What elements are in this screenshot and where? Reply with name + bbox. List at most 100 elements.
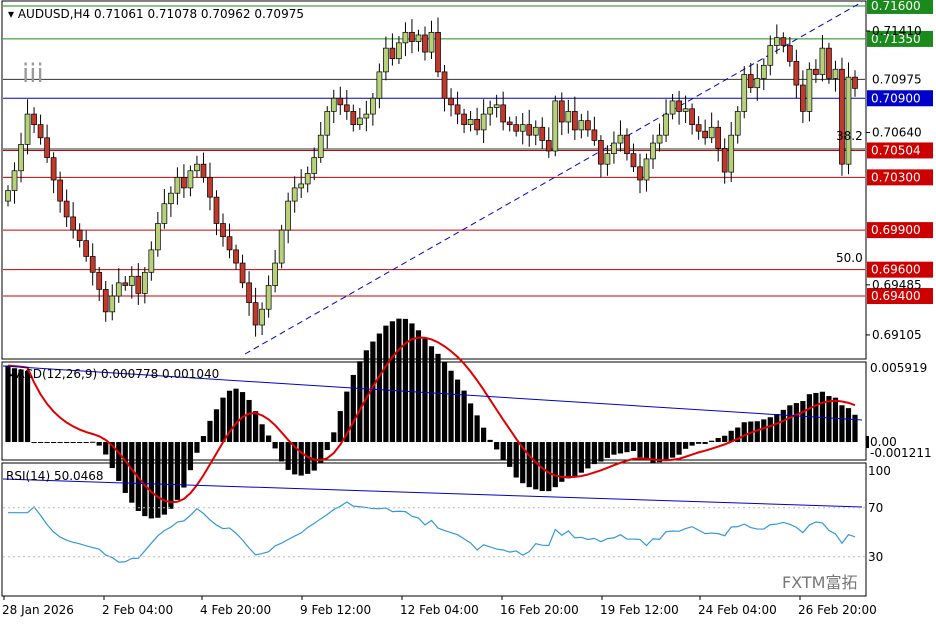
macd-bar	[415, 330, 422, 443]
price-tick-label: 0.69485	[872, 278, 922, 292]
bear-candle	[50, 157, 57, 181]
time-tick-label: 19 Feb 12:00	[600, 603, 679, 617]
bull-candle	[767, 45, 774, 66]
macd-bar	[487, 439, 493, 443]
bear-candle	[122, 282, 129, 286]
macd-bar	[331, 432, 337, 443]
macd-bar	[77, 442, 83, 444]
bull-candle	[194, 163, 200, 172]
bull-candle	[141, 271, 148, 294]
macd-bar	[207, 420, 213, 443]
bear-candle	[350, 111, 357, 125]
bear-candle	[422, 34, 428, 53]
price-chart[interactable]: 0.716000.713500.709000.705040.703000.699…	[0, 0, 936, 624]
bear-candle	[676, 100, 682, 112]
macd-bar	[37, 442, 44, 444]
macd-bar	[533, 442, 539, 490]
bull-candle	[760, 64, 767, 79]
bull-candle	[115, 282, 122, 297]
macd-bar	[832, 397, 839, 443]
macd-bar	[383, 325, 389, 443]
bear-candle	[246, 282, 252, 303]
macd-bar	[852, 414, 858, 443]
macd-bar	[213, 409, 220, 443]
bull-candle	[604, 153, 611, 165]
bear-candle	[715, 126, 722, 149]
bear-candle	[526, 124, 533, 136]
macd-bar	[689, 442, 695, 446]
macd-bar	[246, 399, 252, 443]
macd-bar	[526, 442, 532, 488]
time-tick-label: 26 Feb 20:00	[798, 603, 877, 617]
macd-bar	[819, 391, 826, 443]
bull-candle	[467, 118, 474, 125]
macd-bar	[578, 442, 584, 473]
bear-candle	[598, 140, 604, 165]
macd-bar	[774, 414, 780, 443]
bear-candle	[441, 71, 448, 99]
bull-candle	[487, 107, 493, 115]
bear-candle	[461, 113, 467, 125]
macd-bar	[96, 442, 102, 446]
main-pane	[1, 0, 867, 360]
bull-candle	[565, 111, 572, 123]
bear-candle	[852, 76, 858, 89]
bear-candle	[506, 121, 513, 125]
rsi-tick-label: 30	[868, 550, 883, 564]
macd-tick-label: 0.005919	[870, 361, 927, 375]
bear-candle	[689, 108, 695, 125]
macd-bar	[604, 442, 611, 458]
bull-candle	[493, 104, 500, 108]
macd-bar	[624, 442, 630, 453]
bear-candle	[44, 137, 50, 158]
bull-candle	[272, 262, 278, 286]
bull-candle	[611, 142, 617, 154]
rsi-label: RSI(14) 50.0468	[6, 469, 104, 483]
time-axis: 28 Jan 2026 2 Feb 04:00 4 Feb 20:00 9 Feb 1…	[2, 596, 877, 617]
bear-candle	[63, 200, 70, 218]
dropdown-arrow-icon: ▾	[8, 7, 18, 21]
macd-bar	[741, 422, 747, 443]
macd-bar	[793, 403, 799, 443]
current-price-label: 0.70975	[872, 72, 922, 86]
macd-bar	[839, 405, 845, 443]
bear-candle	[220, 223, 226, 238]
bear-candle	[57, 179, 63, 202]
time-tick-label: 12 Feb 04:00	[400, 603, 479, 617]
macd-bar	[168, 442, 174, 509]
bull-candle	[396, 42, 402, 60]
macd-bar	[806, 394, 812, 443]
bull-candle	[370, 97, 376, 115]
bear-candle	[181, 177, 187, 189]
macd-bar	[696, 442, 702, 444]
bear-candle	[637, 166, 643, 181]
macd-label: MACD(12,26,9) 0.000778 0.001040	[6, 367, 219, 381]
bull-candle	[376, 71, 383, 99]
macd-bar	[252, 411, 259, 443]
macd-zero-marker	[866, 436, 869, 449]
bear-candle	[135, 275, 142, 294]
bull-candle	[356, 117, 363, 125]
macd-bar	[598, 442, 604, 462]
macd-bar	[428, 346, 435, 443]
bear-candle	[213, 196, 220, 224]
level-price-label: 0.71600	[871, 0, 921, 13]
macd-bar	[187, 442, 194, 471]
macd-bar	[481, 427, 487, 443]
bear-candle	[448, 97, 454, 106]
level-price-label: 0.70300	[871, 170, 921, 184]
bull-candle	[578, 120, 585, 131]
bull-candle	[298, 183, 305, 189]
bear-candle	[585, 120, 591, 131]
time-tick-label: 9 Feb 12:00	[300, 603, 371, 617]
bull-candle	[18, 144, 24, 172]
bear-candle	[31, 113, 37, 125]
bear-candle	[233, 249, 239, 264]
bear-candle	[702, 130, 708, 139]
macd-bar	[350, 374, 356, 443]
bull-candle	[741, 74, 748, 112]
macd-bar	[233, 388, 239, 443]
bear-candle	[545, 140, 552, 152]
bear-candle	[793, 60, 800, 86]
bear-candle	[76, 229, 83, 242]
